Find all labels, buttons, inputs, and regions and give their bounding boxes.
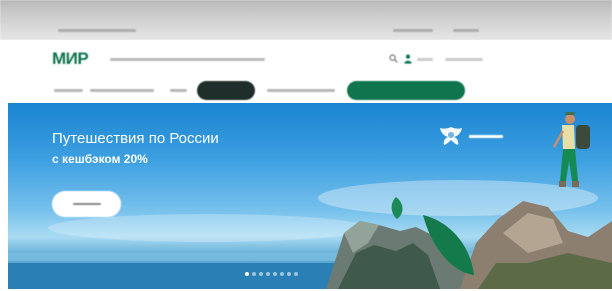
slider-dot[interactable] — [280, 272, 284, 276]
top-link[interactable] — [453, 29, 479, 32]
slider-dot[interactable] — [245, 272, 249, 276]
hero-subheadline: с кешбэком 20% — [52, 152, 148, 166]
eagle-emblem-icon — [440, 127, 462, 145]
hero-details-button[interactable] — [52, 191, 121, 217]
header-link[interactable] — [445, 58, 483, 61]
top-link[interactable] — [58, 29, 136, 32]
top-link[interactable] — [393, 29, 433, 32]
slider-dot[interactable] — [294, 272, 298, 276]
slider-dot[interactable] — [273, 272, 277, 276]
search-icon[interactable] — [389, 54, 398, 65]
slider-dot[interactable] — [266, 272, 270, 276]
slider-dot[interactable] — [252, 272, 256, 276]
mir-logo[interactable]: МИР — [52, 49, 102, 69]
nav-link[interactable] — [90, 89, 154, 92]
slider-dots[interactable] — [245, 272, 298, 276]
hero-headline: Путешествия по России — [52, 130, 219, 147]
header-link[interactable] — [417, 58, 433, 61]
nav-link[interactable] — [267, 89, 335, 92]
slider-dot[interactable] — [259, 272, 263, 276]
hiker-figure — [552, 112, 590, 187]
partner-name — [469, 134, 503, 140]
nav-pill-green[interactable] — [347, 81, 465, 100]
nav-link[interactable] — [54, 89, 83, 92]
hero-banner[interactable]: Путешествия по России с кешбэком 20% — [8, 103, 612, 289]
logo-tagline — [110, 58, 265, 61]
slider-dot[interactable] — [287, 272, 291, 276]
top-strip — [0, 0, 612, 40]
nav-link[interactable] — [170, 89, 187, 92]
logo-text: МИР — [52, 49, 89, 68]
nav-pill-dark[interactable] — [197, 81, 255, 100]
user-icon[interactable] — [404, 54, 412, 66]
partner-logo — [435, 123, 525, 153]
